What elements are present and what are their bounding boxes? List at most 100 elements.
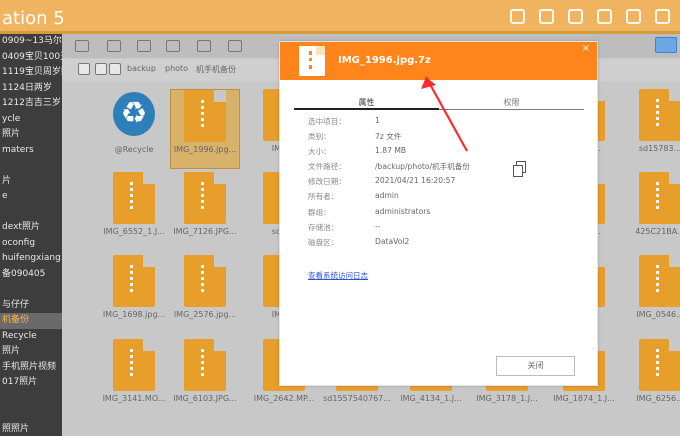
upload-icon[interactable] xyxy=(166,40,180,52)
sidebar-item[interactable]: 照片 xyxy=(0,127,62,143)
file-icon xyxy=(639,255,680,307)
sidebar-item[interactable]: 1119宝贝周岁照 xyxy=(0,65,62,81)
archive-file-icon xyxy=(299,46,325,76)
breadcrumb-backup[interactable]: backup xyxy=(127,64,156,73)
refresh-button[interactable] xyxy=(109,63,121,75)
file-tile[interactable]: IMG_7126.JPG... xyxy=(170,172,240,252)
sidebar-item[interactable]: oconfig xyxy=(0,236,62,252)
file-label: IMG_3178_1.J... xyxy=(476,394,538,403)
tab-properties[interactable]: 属性 xyxy=(294,97,439,110)
property-label: 磁盘区： xyxy=(308,237,339,247)
sidebar-item[interactable]: e xyxy=(0,189,62,205)
file-tile[interactable]: IMG_1996.jpg... xyxy=(170,89,240,169)
sidebar-item[interactable] xyxy=(0,406,62,422)
file-tile[interactable]: 425C21BA... xyxy=(625,172,680,252)
view-log-link[interactable]: 查看系统访问日志 xyxy=(308,270,368,281)
sidebar-item[interactable]: 0409宝贝100天照 xyxy=(0,50,62,66)
copy-path-icon[interactable] xyxy=(513,161,526,177)
property-label: 选中项目： xyxy=(308,117,346,126)
dialog-header: IMG_1996.jpg.7z × xyxy=(280,42,597,80)
property-label: 存储池： xyxy=(308,222,339,232)
dialog-close-button[interactable]: 关闭 xyxy=(496,356,575,376)
refresh-icon[interactable] xyxy=(568,9,583,24)
file-label: IMG_0546... xyxy=(636,310,680,319)
desktop-app: ation 5 0909~13马尔代夫0409宝贝100天照1119宝贝周岁照1… xyxy=(0,0,680,436)
sidebar-item[interactable] xyxy=(0,282,62,298)
tab-permissions[interactable]: 权限 xyxy=(439,97,584,108)
property-value: 1 xyxy=(375,116,380,125)
recycle-folder[interactable]: ♻ @Recycle xyxy=(99,89,169,169)
forward-button[interactable] xyxy=(95,63,107,75)
file-label: IMG_6256... xyxy=(636,394,680,403)
file-tile[interactable]: IMG_6103.JPG... xyxy=(170,339,240,419)
file-tile[interactable]: IMG_6552_1.J... xyxy=(99,172,169,252)
close-icon[interactable]: × xyxy=(582,43,590,54)
copy-icon[interactable] xyxy=(137,40,151,52)
file-icon xyxy=(639,172,680,224)
property-label: 所有者： xyxy=(308,192,339,202)
sidebar-item[interactable] xyxy=(0,391,62,407)
breadcrumb-photo[interactable]: photo xyxy=(165,64,188,73)
sidebar-item[interactable]: 1124日两岁 xyxy=(0,81,62,97)
sidebar-item[interactable]: 机备份 xyxy=(0,313,62,329)
sidebar-item[interactable]: maters xyxy=(0,143,62,159)
property-value: administrators xyxy=(375,206,431,216)
search-icon[interactable] xyxy=(510,9,525,24)
sidebar-item[interactable]: 0909~13马尔代夫 xyxy=(0,34,62,50)
sidebar-item[interactable]: 备090405 xyxy=(0,267,62,283)
file-tile[interactable]: IMG_1698.jpg... xyxy=(99,255,169,335)
file-icon xyxy=(639,339,680,391)
sidebar-item[interactable]: Recycle xyxy=(0,329,62,345)
sidebar-item[interactable]: 片 xyxy=(0,174,62,190)
file-label: IMG_2642.MP... xyxy=(253,394,315,403)
file-tile[interactable]: IMG_2576.jpg... xyxy=(170,255,240,335)
filter-icon[interactable] xyxy=(626,9,641,24)
sidebar-item[interactable]: dext照片 xyxy=(0,220,62,236)
sidebar-item[interactable]: 1212吉吉三岁 xyxy=(0,96,62,112)
tools-icon[interactable] xyxy=(197,40,211,52)
sidebar-item[interactable]: ycle xyxy=(0,112,62,128)
card-icon[interactable] xyxy=(539,9,554,24)
sidebar-item[interactable] xyxy=(0,205,62,221)
recycle-icon: ♻ xyxy=(113,92,155,136)
property-label: 大小： xyxy=(308,147,331,157)
sidebar-item[interactable] xyxy=(0,158,62,174)
property-value: -- xyxy=(375,221,381,231)
share-icon[interactable] xyxy=(228,40,242,52)
property-value: /backup/photo/机手机备份 xyxy=(375,162,470,172)
dialog-tabs: 属性 权限 xyxy=(294,97,584,110)
file-icon xyxy=(639,89,680,141)
dialog-title: IMG_1996.jpg.7z xyxy=(338,55,431,66)
sidebar-item[interactable]: 手机照片视频 xyxy=(0,360,62,376)
sidebar: 0909~13马尔代夫0409宝贝100天照1119宝贝周岁照1124日两岁12… xyxy=(0,34,62,436)
file-label: IMG_3141.MO... xyxy=(102,394,166,403)
top-icons xyxy=(510,9,670,24)
view-grid-icon[interactable] xyxy=(75,40,89,52)
property-label: 文件路径： xyxy=(308,162,346,172)
back-button[interactable] xyxy=(78,63,90,75)
new-folder-icon[interactable] xyxy=(107,40,121,52)
property-value: 1.87 MB xyxy=(375,146,407,156)
file-tile[interactable]: IMG_6256... xyxy=(625,339,680,419)
file-label: IMG_1698.jpg... xyxy=(102,310,166,319)
help-icon[interactable] xyxy=(655,9,670,24)
file-label: 425C21BA... xyxy=(635,227,680,236)
sidebar-item[interactable]: 照照片 xyxy=(0,422,62,436)
property-value: 7z 文件 xyxy=(375,132,402,142)
file-tile[interactable]: sd15783... xyxy=(625,89,680,169)
file-label: IMG_4134_1.J... xyxy=(400,394,462,403)
gear-icon[interactable] xyxy=(597,9,612,24)
panel-toggle-button[interactable] xyxy=(655,37,677,53)
sidebar-item[interactable]: 与仔仔 xyxy=(0,298,62,314)
file-icon xyxy=(184,339,226,391)
file-label: IMG_6103.JPG... xyxy=(173,394,237,403)
file-icon xyxy=(184,255,226,307)
file-label: IMG_2576.jpg... xyxy=(173,310,237,319)
breadcrumb-folder[interactable]: 机手机备份 xyxy=(196,64,236,75)
file-tile[interactable]: IMG_0546... xyxy=(625,255,680,335)
property-value: DataVol2 xyxy=(375,236,410,246)
sidebar-item[interactable]: 017照片 xyxy=(0,375,62,391)
sidebar-item[interactable]: huifengxiang xyxy=(0,251,62,267)
file-tile[interactable]: IMG_3141.MO... xyxy=(99,339,169,419)
sidebar-item[interactable]: 照片 xyxy=(0,344,62,360)
